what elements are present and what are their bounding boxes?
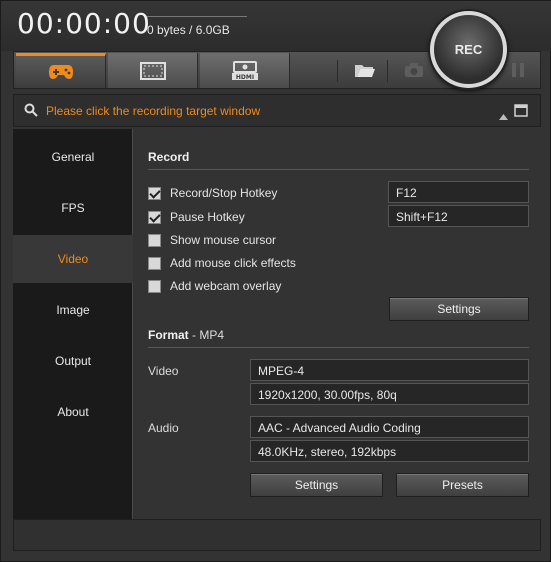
record-hotkey-field[interactable]: F12 [388,181,529,203]
checkbox-unchecked [148,279,161,293]
settings-sidebar: General FPS Video Image Output About [13,129,133,519]
target-hint-bar: Please click the recording target window [13,94,541,127]
video-settings-panel: Record Record/Stop Hotkey F12 Pause Hotk… [134,129,541,519]
bottom-status-bar [13,519,541,551]
option-label: Record/Stop Hotkey [170,186,278,200]
divider [148,347,529,348]
pause-icon[interactable] [511,62,525,83]
pause-hotkey-checkbox[interactable]: Pause Hotkey [148,209,245,225]
record-section-title: Record [148,150,190,164]
checkbox-checked [148,186,161,200]
sidebar-item-output[interactable]: Output [13,337,133,385]
audio-label: Audio [148,421,179,435]
format-title: Format [148,328,189,342]
option-label: Pause Hotkey [170,210,245,224]
video-detail-field[interactable]: 1920x1200, 30.00fps, 80q [250,383,529,405]
checkbox-unchecked [148,256,161,270]
elapsed-timer: 00:00:00 [17,7,151,40]
record-label: REC [454,42,483,57]
audio-codec-field[interactable]: AAC - Advanced Audio Coding [250,416,529,438]
option-label: Add mouse click effects [170,256,296,270]
checkbox-unchecked [148,233,161,247]
format-section-title: Format - MP4 [148,328,224,342]
show-cursor-checkbox[interactable]: Show mouse cursor [148,232,276,248]
sidebar-item-general[interactable]: General [13,133,133,181]
video-label: Video [148,364,179,378]
toolbar-divider [387,60,388,82]
camera-icon[interactable] [404,62,424,83]
option-label: Show mouse cursor [170,233,277,247]
divider [148,169,529,170]
search-icon[interactable] [24,103,38,122]
sidebar-item-image[interactable]: Image [13,286,133,334]
sidebar-item-about[interactable]: About [13,388,133,436]
record-hotkey-checkbox[interactable]: Record/Stop Hotkey [148,185,277,201]
video-codec-field[interactable]: MPEG-4 [250,359,529,381]
option-label: Add webcam overlay [170,279,282,293]
webcam-overlay-checkbox[interactable]: Add webcam overlay [148,278,281,294]
toolbar-divider [337,60,338,82]
screen-mode-button[interactable] [108,53,198,88]
gamepad-icon [48,63,74,81]
record-button[interactable]: REC [430,11,507,88]
checkbox-checked [148,210,161,224]
presets-button[interactable]: Presets [396,473,529,497]
file-size-readout: 0 bytes / 6.0GB [147,16,247,37]
record-settings-button[interactable]: Settings [389,297,529,321]
format-settings-button[interactable]: Settings [250,473,383,497]
pause-hotkey-field[interactable]: Shift+F12 [388,205,529,227]
device-mode-button[interactable]: HDMI [200,53,290,88]
game-mode-button[interactable] [16,53,106,88]
hdmi-icon: HDMI [231,60,259,81]
folder-open-icon[interactable] [354,62,376,83]
click-effects-checkbox[interactable]: Add mouse click effects [148,255,296,271]
target-hint-text: Please click the recording target window [46,104,261,118]
app-window: 00:00:00 0 bytes / 6.0GB HDMI REC Please… [0,0,551,562]
screen-rectangle-icon [139,61,166,80]
sidebar-item-fps[interactable]: FPS [13,184,133,232]
sidebar-item-video[interactable]: Video [13,235,133,283]
hdmi-label: HDMI [235,74,253,81]
format-container: - MP4 [188,328,225,342]
triangle-up-icon[interactable] [499,107,508,125]
audio-detail-field[interactable]: 48.0KHz, stereo, 192kbps [250,440,529,462]
window-mode-icon[interactable] [514,104,528,122]
